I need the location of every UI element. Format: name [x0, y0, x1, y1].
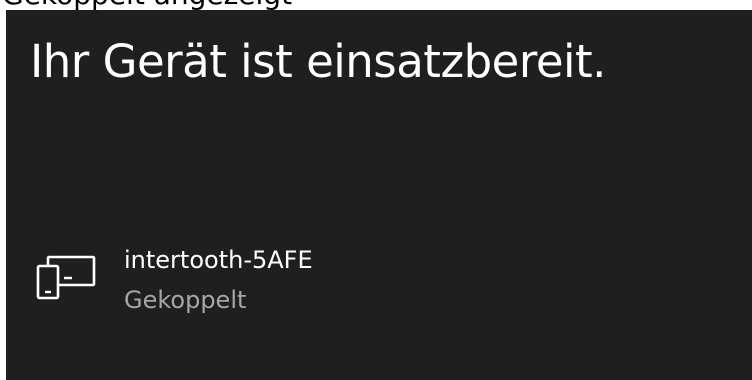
notification-title: Ihr Gerät ist einsatzbereit.: [30, 35, 606, 88]
paired-device-item[interactable]: intertooth-5AFE Gekoppelt: [34, 238, 634, 328]
device-name: intertooth-5AFE: [124, 246, 313, 274]
device-ready-notification: Ihr Gerät ist einsatzbereit. intertooth-…: [6, 10, 752, 380]
background-document-strip: Gekoppelt angezeigt: [0, 0, 752, 10]
background-document-text: Gekoppelt angezeigt: [2, 0, 292, 10]
devices-icon: [34, 252, 98, 300]
device-status: Gekoppelt: [124, 286, 247, 314]
